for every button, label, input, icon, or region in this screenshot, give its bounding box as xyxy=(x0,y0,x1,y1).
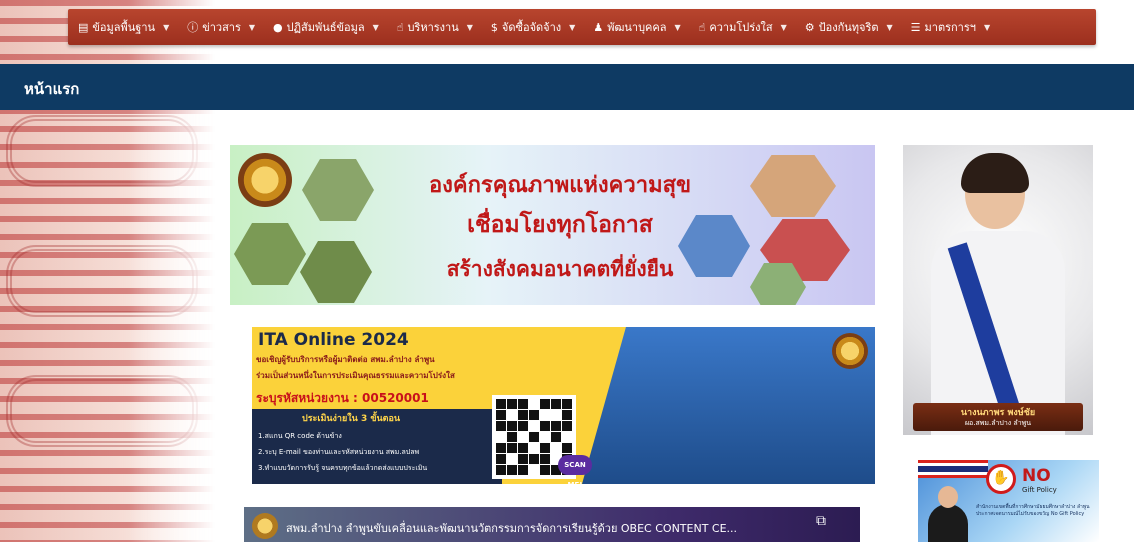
menu-item-news[interactable]: ⓘ ข่าวสาร ▼ xyxy=(187,18,255,36)
gear-icon: ⚙ xyxy=(804,20,815,34)
video-embed[interactable]: สพม.ลำปาง ลำพูนขับเคลื่อนและพัฒนานวัตกรร… xyxy=(244,507,860,542)
portrait-nameplate: นางนภาพร พงษ์ชัย ผอ.สพม.ลำปาง ลำพูน xyxy=(913,403,1083,431)
menu-item-measures[interactable]: ☰ มาตรการฯ ▼ xyxy=(911,18,990,36)
menu-item-personnel[interactable]: ♟ พัฒนาบุคคล ▼ xyxy=(593,18,680,36)
banner-headline: องค์กรคุณภาพแห่งความสุข xyxy=(428,173,692,198)
video-title[interactable]: สพม.ลำปาง ลำพูนขับเคลื่อนและพัฒนานวัตกรร… xyxy=(286,519,737,537)
menu-item-label: ข่าวสาร xyxy=(202,21,241,34)
banner-headline: เชื่อมโยงทุกโอกาส xyxy=(467,212,653,238)
person-photo xyxy=(928,504,968,542)
channel-logo-icon xyxy=(252,513,278,539)
ita-online-banner[interactable]: ITA Online 2024 ขอเชิญผู้รับบริการหรือผู… xyxy=(252,327,875,484)
chevron-down-icon: ▼ xyxy=(983,22,991,32)
director-name: นางนภาพร พงษ์ชัย xyxy=(960,408,1036,418)
menu-item-label: พัฒนาบุคคล xyxy=(607,21,667,34)
menu-item-transparency[interactable]: ☝ ความโปร่งใส ▼ xyxy=(699,18,787,36)
portrait-hair xyxy=(961,153,1029,193)
step-item: 2.ระบุ E-mail ของท่านและรหัสหน่วยงาน สพม… xyxy=(258,448,420,456)
info-icon: ⓘ xyxy=(187,21,199,34)
decorative-motif xyxy=(6,375,198,447)
menu-item-label: ปฏิสัมพันธ์ข้อมูล xyxy=(286,21,365,34)
banner-headline: สร้างสังคมอนาคตที่ยั่งยืน xyxy=(446,257,674,281)
chevron-down-icon: ▼ xyxy=(466,22,473,32)
ita-subtitle: ขอเชิญผู้รับบริการหรือผู้มาติดต่อ สพม.ลำ… xyxy=(256,355,435,364)
chevron-down-icon: ▼ xyxy=(248,22,256,32)
menu-item-label: ป้องกันทุจริต xyxy=(818,21,879,34)
person-icon: ♟ xyxy=(593,20,604,34)
no-gift-policy-banner[interactable]: ✋ NO Gift Policy สำนักงานเขตพื้นที่การศึ… xyxy=(918,460,1099,542)
ita-title: ITA Online 2024 xyxy=(258,330,409,350)
thumbs-up-icon: ☝ xyxy=(396,20,404,34)
obec-emblem-icon xyxy=(832,333,868,369)
chevron-down-icon: ▼ xyxy=(569,22,576,32)
step-item: 1.สแกน QR code ด้านข้าง xyxy=(258,432,342,440)
document-icon: ▤ xyxy=(78,20,89,34)
ita-subtitle: ร่วมเป็นส่วนหนึ่งในการประเมินคุณธรรมและค… xyxy=(256,371,455,380)
menu-item-label: บริหารงาน xyxy=(407,21,459,34)
stop-hand-icon: ✋ xyxy=(986,464,1016,494)
list-icon: ☰ xyxy=(910,20,921,34)
thumbs-up-icon: ☝ xyxy=(698,20,706,34)
gift-policy-label: Gift Policy xyxy=(1022,486,1057,494)
policy-text: สำนักงานเขตพื้นที่การศึกษามัธยมศึกษาลำปา… xyxy=(976,504,1090,517)
globe-icon: ● xyxy=(273,20,283,34)
page-title-bar: หน้าแรก xyxy=(0,64,1134,110)
person-face xyxy=(938,486,958,508)
chevron-down-icon: ▼ xyxy=(674,22,681,32)
chevron-down-icon: ▼ xyxy=(163,22,170,32)
photo-hexagon xyxy=(234,223,306,285)
menu-item-label: ความโปร่งใส xyxy=(709,21,773,34)
main-menu-bar: ▤ ข้อมูลพื้นฐาน ▼ ⓘ ข่าวสาร ▼ ● ปฏิสัมพั… xyxy=(68,9,1096,45)
page-title: หน้าแรก xyxy=(24,80,80,98)
director-role: ผอ.สพม.ลำปาง ลำพูน xyxy=(964,419,1032,427)
copy-link-icon[interactable]: ⧉ xyxy=(816,513,826,529)
step-item: 3.ทำแบบวัดการรับรู้ จนครบทุกข้อแล้วกดส่ง… xyxy=(258,464,428,472)
chevron-down-icon: ▼ xyxy=(886,22,893,32)
steps-title: ประเมินง่ายใน 3 ขั้นตอน xyxy=(302,414,401,424)
menu-item-interaction[interactable]: ● ปฏิสัมพันธ์ข้อมูล ▼ xyxy=(273,18,379,36)
no-label: NO xyxy=(1022,466,1051,486)
director-portrait[interactable]: นางนภาพร พงษ์ชัย ผอ.สพม.ลำปาง ลำพูน xyxy=(903,145,1093,435)
menu-item-label: ข้อมูลพื้นฐาน xyxy=(92,21,156,34)
menu-item-basic-info[interactable]: ▤ ข้อมูลพื้นฐาน ▼ xyxy=(78,18,169,36)
decorative-motif xyxy=(6,115,198,187)
menu-item-administration[interactable]: ☝ บริหารงาน ▼ xyxy=(397,18,473,36)
menu-item-procurement[interactable]: $ จัดซื้อจัดจ้าง ▼ xyxy=(491,18,575,36)
scan-me-badge: SCAN ME! xyxy=(558,455,592,484)
menu-item-label: มาตรการฯ xyxy=(924,21,976,34)
menu-item-anti-corruption[interactable]: ⚙ ป้องกันทุจริต ▼ xyxy=(805,18,893,36)
photo-hexagon xyxy=(300,241,372,303)
agency-code: ระบุรหัสหน่วยงาน : 00520001 xyxy=(256,391,429,405)
menu-item-label: จัดซื้อจัดจ้าง xyxy=(501,21,562,34)
chevron-down-icon: ▼ xyxy=(372,22,379,32)
decorative-motif xyxy=(6,245,198,317)
happiness-organization-banner[interactable]: องค์กรคุณภาพแห่งความสุข เชื่อมโยงทุกโอกา… xyxy=(230,145,875,305)
photo-hexagon xyxy=(750,155,836,217)
obec-emblem-icon xyxy=(238,153,292,207)
thai-flag-icon xyxy=(918,460,988,478)
dollar-icon: $ xyxy=(490,20,498,34)
chevron-down-icon: ▼ xyxy=(780,22,787,32)
photo-hexagon xyxy=(302,159,374,221)
